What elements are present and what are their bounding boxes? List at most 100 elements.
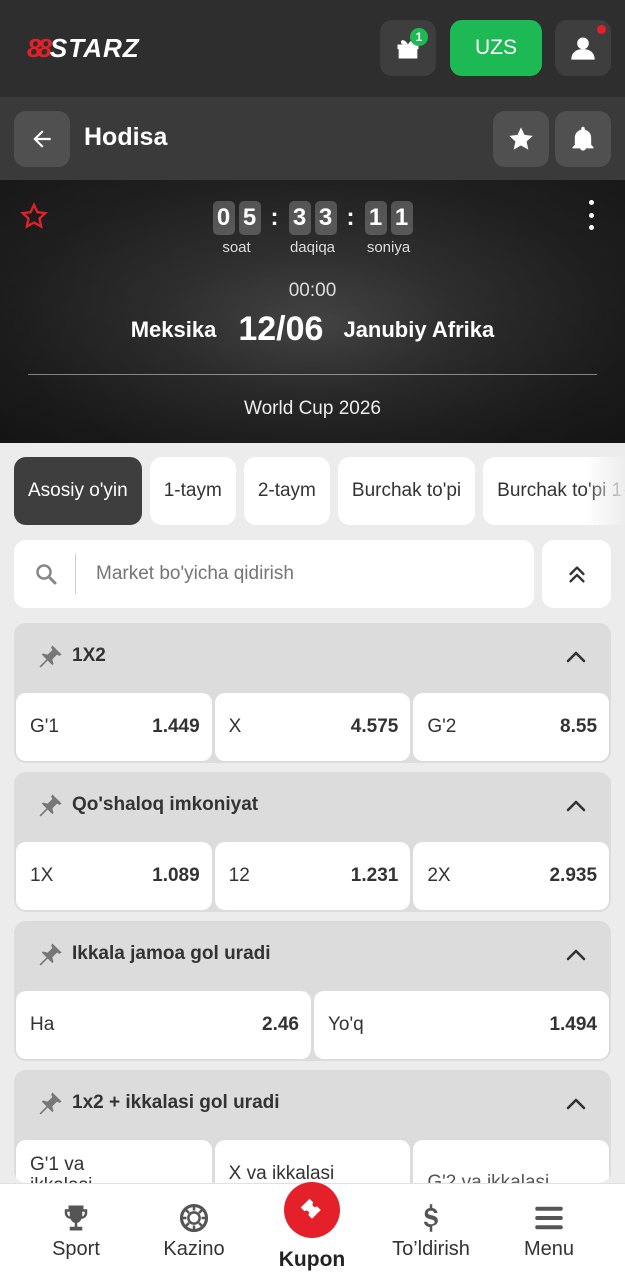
arrow-left-icon: [33, 130, 51, 148]
odd-value: 1.231: [350, 865, 399, 886]
timer-separator: :: [270, 204, 279, 231]
favorite-button[interactable]: [493, 111, 549, 167]
minutes-label: daqiqa: [289, 239, 336, 256]
nav-menu[interactable]: Menu: [494, 1184, 604, 1280]
market-header[interactable]: Ikkala jamoa gol uradi: [14, 921, 611, 989]
market-title: Ikkala jamoa gol uradi: [72, 943, 271, 964]
seconds-digit: 1: [390, 201, 413, 235]
minutes-digit: 3: [314, 201, 337, 235]
odd-label: X: [228, 716, 242, 737]
dollar-icon: [424, 1204, 438, 1232]
odd-button[interactable]: G'1 va ikkalasi: [16, 1140, 212, 1183]
event-teams: Meksika 12/06 Janubiy Afrika: [0, 310, 625, 349]
page-header: Hodisa: [0, 97, 625, 180]
tabs-fade: [585, 457, 625, 525]
chevron-up-icon: [566, 651, 586, 663]
odd-button[interactable]: 1X 1.089: [16, 842, 212, 910]
double-chevron-up-icon: [568, 566, 585, 583]
event-banner: 0 5 soat : 3 3 daqiqa : 1 1 soniya 00:00…: [0, 180, 625, 443]
timer-separator: :: [346, 204, 355, 231]
gift-badge: 1: [410, 28, 428, 46]
countdown-timer: 0 5 soat : 3 3 daqiqa : 1 1 soniya: [0, 201, 625, 256]
nav-label: To’ldirish: [392, 1238, 470, 1260]
star-icon: [509, 127, 533, 150]
market-search: [14, 540, 534, 608]
odd-button[interactable]: Yo'q 1.494: [314, 991, 609, 1059]
odd-label: Ha: [30, 1014, 55, 1035]
nav-sport[interactable]: Sport: [21, 1184, 131, 1280]
pin-icon: [39, 1092, 62, 1115]
odd-button[interactable]: Ha 2.46: [16, 991, 311, 1059]
hours-digit: 5: [238, 201, 261, 235]
market-title: Qo'shaloq imkoniyat: [72, 794, 259, 815]
nav-label: Sport: [52, 1238, 100, 1260]
logo[interactable]: 88 STARZ: [27, 32, 140, 64]
nav-coupon-label: Kupon: [278, 1248, 346, 1271]
away-team: Janubiy Afrika: [343, 316, 495, 342]
nav-deposit[interactable]: To’ldirish: [376, 1184, 486, 1280]
hamburger-icon: [535, 1206, 563, 1230]
odd-button[interactable]: X 4.575: [214, 693, 411, 761]
odd-label: 1X: [30, 865, 54, 886]
nav-coupon[interactable]: [284, 1182, 340, 1238]
tab-main-game[interactable]: Asosiy o'yin: [14, 457, 142, 525]
odd-button[interactable]: 12 1.231: [214, 842, 411, 910]
notification-dot: [597, 25, 606, 34]
collapse-all-button[interactable]: [542, 540, 611, 608]
odd-value: 1.494: [549, 1014, 597, 1035]
tab-second-half[interactable]: 2-taym: [243, 457, 330, 525]
hours-digit: 0: [212, 201, 235, 235]
market-title: 1X2: [72, 645, 106, 666]
nav-label: Kazino: [163, 1238, 225, 1260]
event-time: 00:00: [288, 280, 337, 301]
profile-button[interactable]: [555, 20, 611, 76]
chevron-up-icon: [566, 949, 586, 961]
odd-value: 1.449: [152, 716, 200, 737]
odd-value: 8.55: [560, 716, 598, 737]
market-header[interactable]: 1X2: [14, 623, 611, 691]
seconds-digit: 1: [364, 201, 387, 235]
minutes-group: 3 3 daqiqa: [288, 201, 337, 256]
odd-button[interactable]: G'2 8.55: [413, 693, 610, 761]
odd-value: 2.46: [262, 1014, 299, 1035]
odd-button[interactable]: X va ikkalasi: [214, 1140, 411, 1183]
bottom-navigation: Sport Kazino Kupon To’ldirish Menu: [0, 1182, 625, 1280]
search-input[interactable]: [96, 560, 516, 588]
odd-label: G'2: [427, 716, 457, 737]
nav-casino[interactable]: Kazino: [139, 1184, 249, 1280]
pin-icon: [39, 645, 62, 668]
odd-button[interactable]: 2X 2.935: [413, 842, 610, 910]
odd-button[interactable]: G'2 va ikkalasi: [413, 1140, 610, 1183]
market-tabs: Asosiy o'yin 1-taym 2-taym Burchak to'pi…: [14, 457, 625, 525]
event-date: 12/06: [238, 310, 324, 348]
pin-icon: [39, 794, 62, 817]
market-header[interactable]: Qo'shaloq imkoniyat: [14, 772, 611, 840]
odd-label: G'1 va ikkalasi: [30, 1154, 92, 1183]
tab-first-half[interactable]: 1-taym: [149, 457, 236, 525]
odd-value: 2.935: [549, 865, 598, 886]
page-title: Hodisa: [84, 123, 168, 151]
hours-label: soat: [222, 239, 251, 256]
seconds-group: 1 1 soniya: [364, 201, 413, 256]
minutes-digit: 3: [288, 201, 311, 235]
market-1x2: 1X2 G'1 1.449 X 4.575 G'2 8.55: [14, 623, 611, 763]
odd-label: Yo'q: [328, 1014, 364, 1035]
odd-value: 1.089: [152, 865, 200, 886]
search-separator: [75, 554, 76, 594]
market-header[interactable]: 1x2 + ikkalasi gol uradi: [14, 1070, 611, 1138]
notifications-button[interactable]: [555, 111, 611, 167]
back-button[interactable]: [14, 111, 70, 167]
odd-button[interactable]: G'1 1.449: [16, 693, 212, 761]
nav-label: Menu: [523, 1238, 575, 1260]
logo-mark: 88: [27, 32, 52, 63]
hours-group: 0 5 soat: [212, 201, 261, 256]
bell-icon: [572, 126, 594, 151]
market-1x2-both-score: 1x2 + ikkalasi gol uradi G'1 va ikkalasi…: [14, 1070, 611, 1183]
tab-corners[interactable]: Burchak to'pi: [337, 457, 476, 525]
currency-button[interactable]: UZS: [450, 20, 542, 76]
odd-label: 12: [228, 865, 250, 886]
market-double-chance: Qo'shaloq imkoniyat 1X 1.089 12 1.231 2X 2.…: [14, 772, 611, 912]
gift-button[interactable]: 1: [380, 20, 436, 76]
ticket-icon: [300, 1198, 321, 1219]
chevron-up-icon: [566, 800, 586, 812]
